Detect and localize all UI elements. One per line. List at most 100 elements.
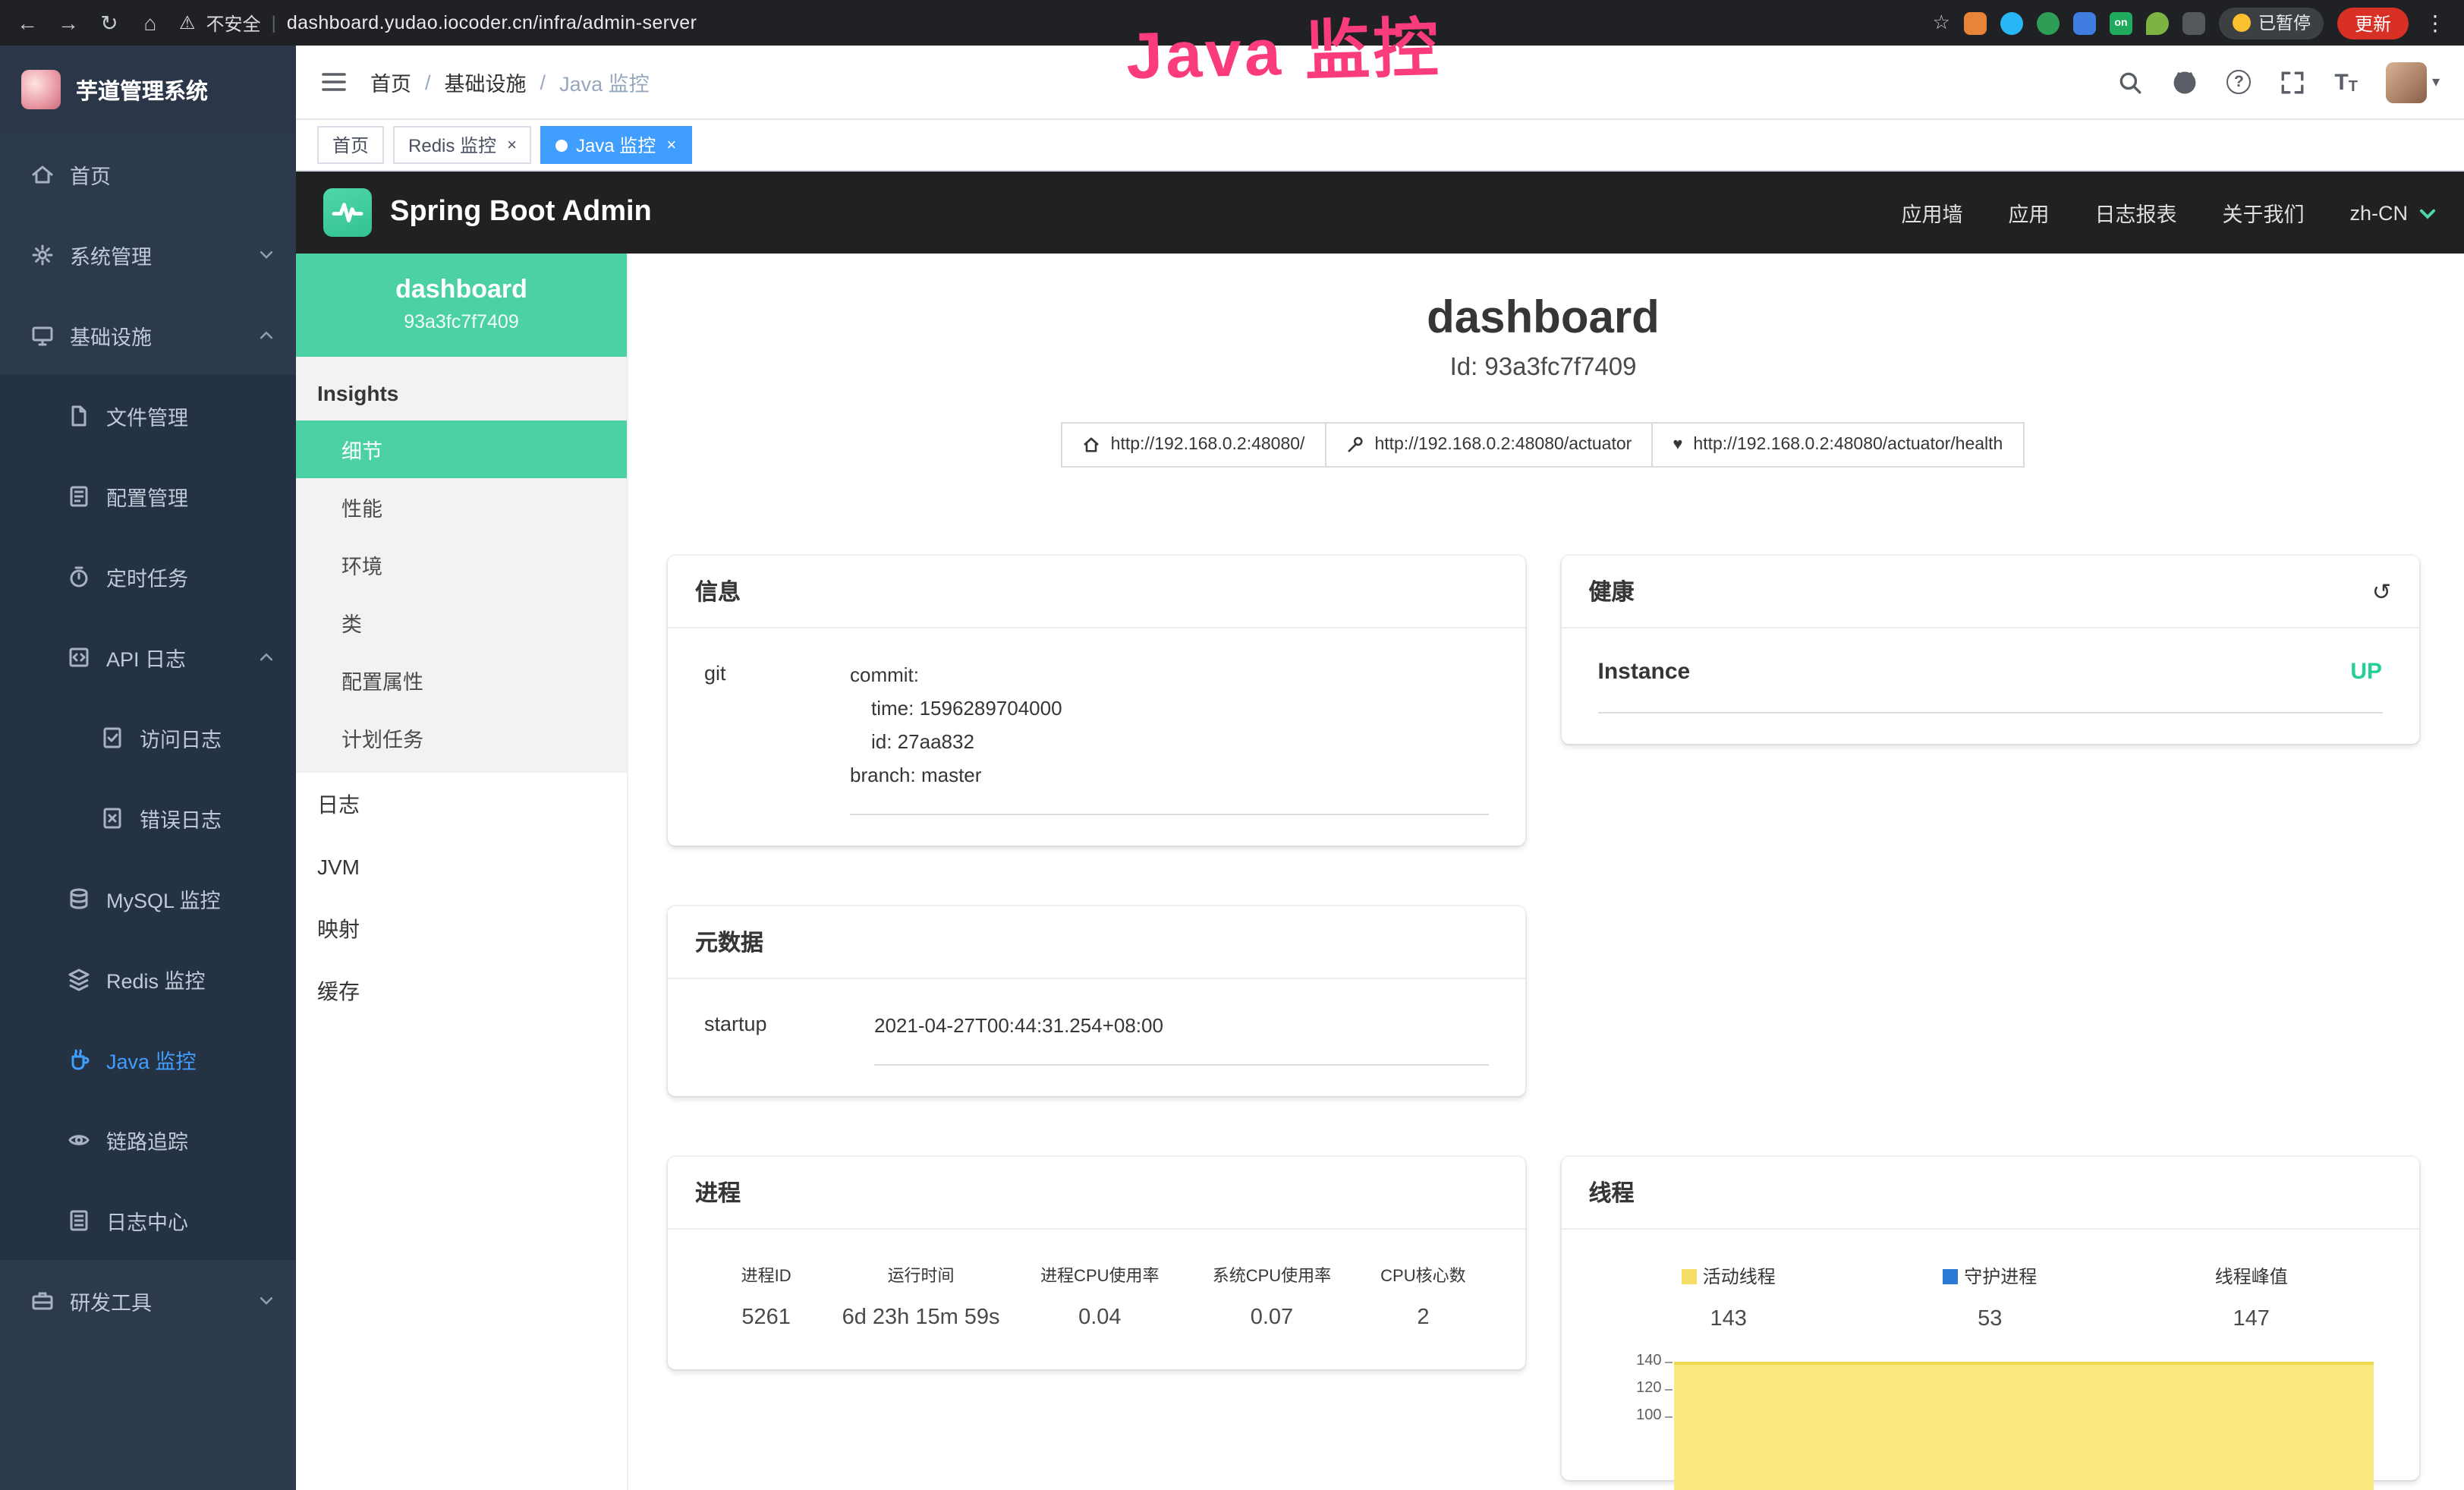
home-icon[interactable]: ⌂ bbox=[138, 11, 162, 35]
fullscreen-icon[interactable] bbox=[2280, 69, 2305, 95]
insights-item-scheduled[interactable]: 计划任务 bbox=[296, 709, 627, 767]
hamburger-icon[interactable] bbox=[320, 70, 348, 94]
back-icon[interactable]: ← bbox=[15, 11, 39, 35]
process-header: 进程CPU使用率 bbox=[1014, 1263, 1186, 1287]
insights-item-configprops[interactable]: 配置属性 bbox=[296, 651, 627, 709]
extension-icon[interactable] bbox=[2037, 11, 2060, 34]
log-check-icon bbox=[100, 725, 124, 749]
threads-legend: 活动线程 143 守护进程 53 线程峰值 14 bbox=[1598, 1260, 2383, 1331]
font-size-small: T bbox=[2349, 78, 2358, 95]
sidebar-item-jobs[interactable]: 定时任务 bbox=[0, 536, 296, 616]
instance-sidebar: dashboard 93a3fc7f7409 Insights 细节 性能 环境… bbox=[296, 254, 628, 1490]
user-menu[interactable]: ▾ bbox=[2387, 61, 2440, 102]
sidebar-item-trace[interactable]: 链路追踪 bbox=[0, 1099, 296, 1180]
insights-item-environment[interactable]: 环境 bbox=[296, 536, 627, 594]
health-url-button[interactable]: ♥ http://192.168.0.2:48080/actuator/heal… bbox=[1651, 422, 2024, 468]
sidebar-item-files[interactable]: 文件管理 bbox=[0, 375, 296, 455]
tag-label: 首页 bbox=[332, 132, 369, 158]
app-sidebar: 芋道管理系统 首页 系统管理 基础设施 文件管理 配置 bbox=[0, 46, 296, 1490]
sidebar-item-label: 首页 bbox=[70, 159, 111, 189]
history-icon[interactable]: ↺ bbox=[2372, 578, 2391, 605]
breadcrumb-item[interactable]: 首页 bbox=[370, 67, 411, 97]
locale-select[interactable]: zh-CN bbox=[2349, 201, 2437, 224]
app-logo-row[interactable]: 芋道管理系统 bbox=[0, 46, 296, 134]
tag-redis[interactable]: Redis 监控 × bbox=[393, 126, 532, 164]
extension-icon[interactable] bbox=[2000, 11, 2023, 34]
sidebar-item-log-center[interactable]: 日志中心 bbox=[0, 1180, 296, 1260]
sidebar-item-mappings[interactable]: 映射 bbox=[296, 897, 627, 959]
close-icon[interactable]: × bbox=[666, 136, 676, 154]
extension-icon[interactable] bbox=[2146, 11, 2169, 34]
tag-java[interactable]: Java 监控 × bbox=[541, 126, 691, 164]
sidebar-item-label: MySQL 监控 bbox=[106, 883, 221, 913]
process-value: 0.04 bbox=[1014, 1306, 1186, 1330]
document-icon bbox=[67, 484, 91, 508]
sba-nav-about[interactable]: 关于我们 bbox=[2222, 197, 2304, 228]
instance-header: dashboard 93a3fc7f7409 bbox=[296, 254, 627, 357]
legend-item: 线程峰值 147 bbox=[2121, 1263, 2383, 1331]
github-icon[interactable] bbox=[2172, 69, 2198, 95]
bookmark-star-icon[interactable]: ☆ bbox=[1933, 11, 1950, 35]
git-commit-line: commit: bbox=[850, 659, 1489, 692]
sidebar-item-label: 错误日志 bbox=[140, 802, 222, 833]
extension-icon[interactable]: on bbox=[2110, 11, 2132, 34]
gear-icon bbox=[30, 242, 55, 266]
sidebar-item-logs[interactable]: 日志 bbox=[296, 773, 627, 835]
sidebar-item-api-log[interactable]: API 日志 bbox=[0, 616, 296, 697]
layers-icon bbox=[67, 966, 91, 991]
search-icon[interactable] bbox=[2117, 69, 2143, 95]
insights-item-details[interactable]: 细节 bbox=[296, 421, 627, 478]
close-icon[interactable]: × bbox=[507, 136, 517, 154]
sidebar-item-redis[interactable]: Redis 监控 bbox=[0, 938, 296, 1019]
sidebar-item-home[interactable]: 首页 bbox=[0, 134, 296, 214]
reload-icon[interactable]: ↻ bbox=[97, 10, 121, 36]
extension-icon[interactable] bbox=[2073, 11, 2096, 34]
sidebar-item-label: Redis 监控 bbox=[106, 963, 206, 994]
security-chip[interactable]: ⚠ 不安全 | dashboard.yudao.iocoder.cn/infra… bbox=[179, 10, 697, 36]
legend-label: 线程峰值 bbox=[2215, 1263, 2288, 1289]
extension-icon[interactable] bbox=[2182, 11, 2205, 34]
threads-card-body: 活动线程 143 守护进程 53 线程峰值 14 bbox=[1562, 1230, 2419, 1480]
insights-item-metrics[interactable]: 性能 bbox=[296, 478, 627, 536]
sba-logo-icon[interactable] bbox=[323, 188, 372, 237]
sidebar-item-mysql[interactable]: MySQL 监控 bbox=[0, 858, 296, 938]
wrench-icon bbox=[1345, 436, 1364, 454]
sba-nav-wallboard[interactable]: 应用墙 bbox=[1901, 197, 1962, 228]
git-time-line: time: 1596289704000 bbox=[850, 692, 1489, 726]
sidebar-item-config[interactable]: 配置管理 bbox=[0, 455, 296, 536]
main-content: dashboard Id: 93a3fc7f7409 http://192.16… bbox=[628, 254, 2464, 1490]
paused-badge[interactable]: 已暂停 bbox=[2219, 7, 2324, 39]
service-url-button[interactable]: http://192.168.0.2:48080/ bbox=[1061, 422, 1326, 468]
sidebar-item-infra[interactable]: 基础设施 bbox=[0, 295, 296, 375]
legend-label: 活动线程 bbox=[1703, 1263, 1776, 1289]
extension-icon[interactable] bbox=[1964, 11, 1987, 34]
sidebar-item-java[interactable]: Java 监控 bbox=[0, 1019, 296, 1099]
sidebar-item-error-log[interactable]: 错误日志 bbox=[0, 777, 296, 858]
tag-label: Java 监控 bbox=[576, 132, 656, 158]
active-dot bbox=[556, 139, 568, 151]
sba-nav-journal[interactable]: 日志报表 bbox=[2094, 197, 2176, 228]
legend-swatch-yellow bbox=[1682, 1268, 1697, 1284]
help-icon[interactable]: ? bbox=[2226, 70, 2251, 94]
sidebar-item-system[interactable]: 系统管理 bbox=[0, 214, 296, 295]
sba-brand[interactable]: Spring Boot Admin bbox=[390, 196, 652, 229]
font-size-icon[interactable]: TT bbox=[2334, 69, 2358, 95]
sidebar-item-devtools[interactable]: 研发工具 bbox=[0, 1260, 296, 1340]
breadcrumb: 首页 / 基础设施 / Java 监控 bbox=[370, 67, 650, 97]
forward-icon[interactable]: → bbox=[56, 11, 80, 35]
update-button[interactable]: 更新 bbox=[2338, 7, 2408, 39]
browser-menu-icon[interactable]: ⋮ bbox=[2422, 10, 2449, 36]
process-card-body: 进程ID 5261 运行时间 6d 23h 15m 59s 进程CPU使用率 bbox=[668, 1230, 1525, 1369]
sba-nav-applications[interactable]: 应用 bbox=[2008, 197, 2049, 228]
address-bar[interactable]: dashboard.yudao.iocoder.cn/infra/admin-s… bbox=[287, 12, 697, 33]
file-icon bbox=[67, 403, 91, 427]
sidebar-item-caches[interactable]: 缓存 bbox=[296, 959, 627, 1022]
tag-home[interactable]: 首页 bbox=[317, 126, 384, 164]
sidebar-item-jvm[interactable]: JVM bbox=[296, 835, 627, 897]
insights-item-classes[interactable]: 类 bbox=[296, 594, 627, 651]
actuator-url-button[interactable]: http://192.168.0.2:48080/actuator bbox=[1324, 422, 1653, 468]
sidebar-item-label: Java 监控 bbox=[106, 1044, 197, 1074]
chart-area-live-threads bbox=[1674, 1362, 2374, 1490]
sidebar-item-access-log[interactable]: 访问日志 bbox=[0, 697, 296, 777]
breadcrumb-item[interactable]: 基础设施 bbox=[445, 67, 527, 97]
